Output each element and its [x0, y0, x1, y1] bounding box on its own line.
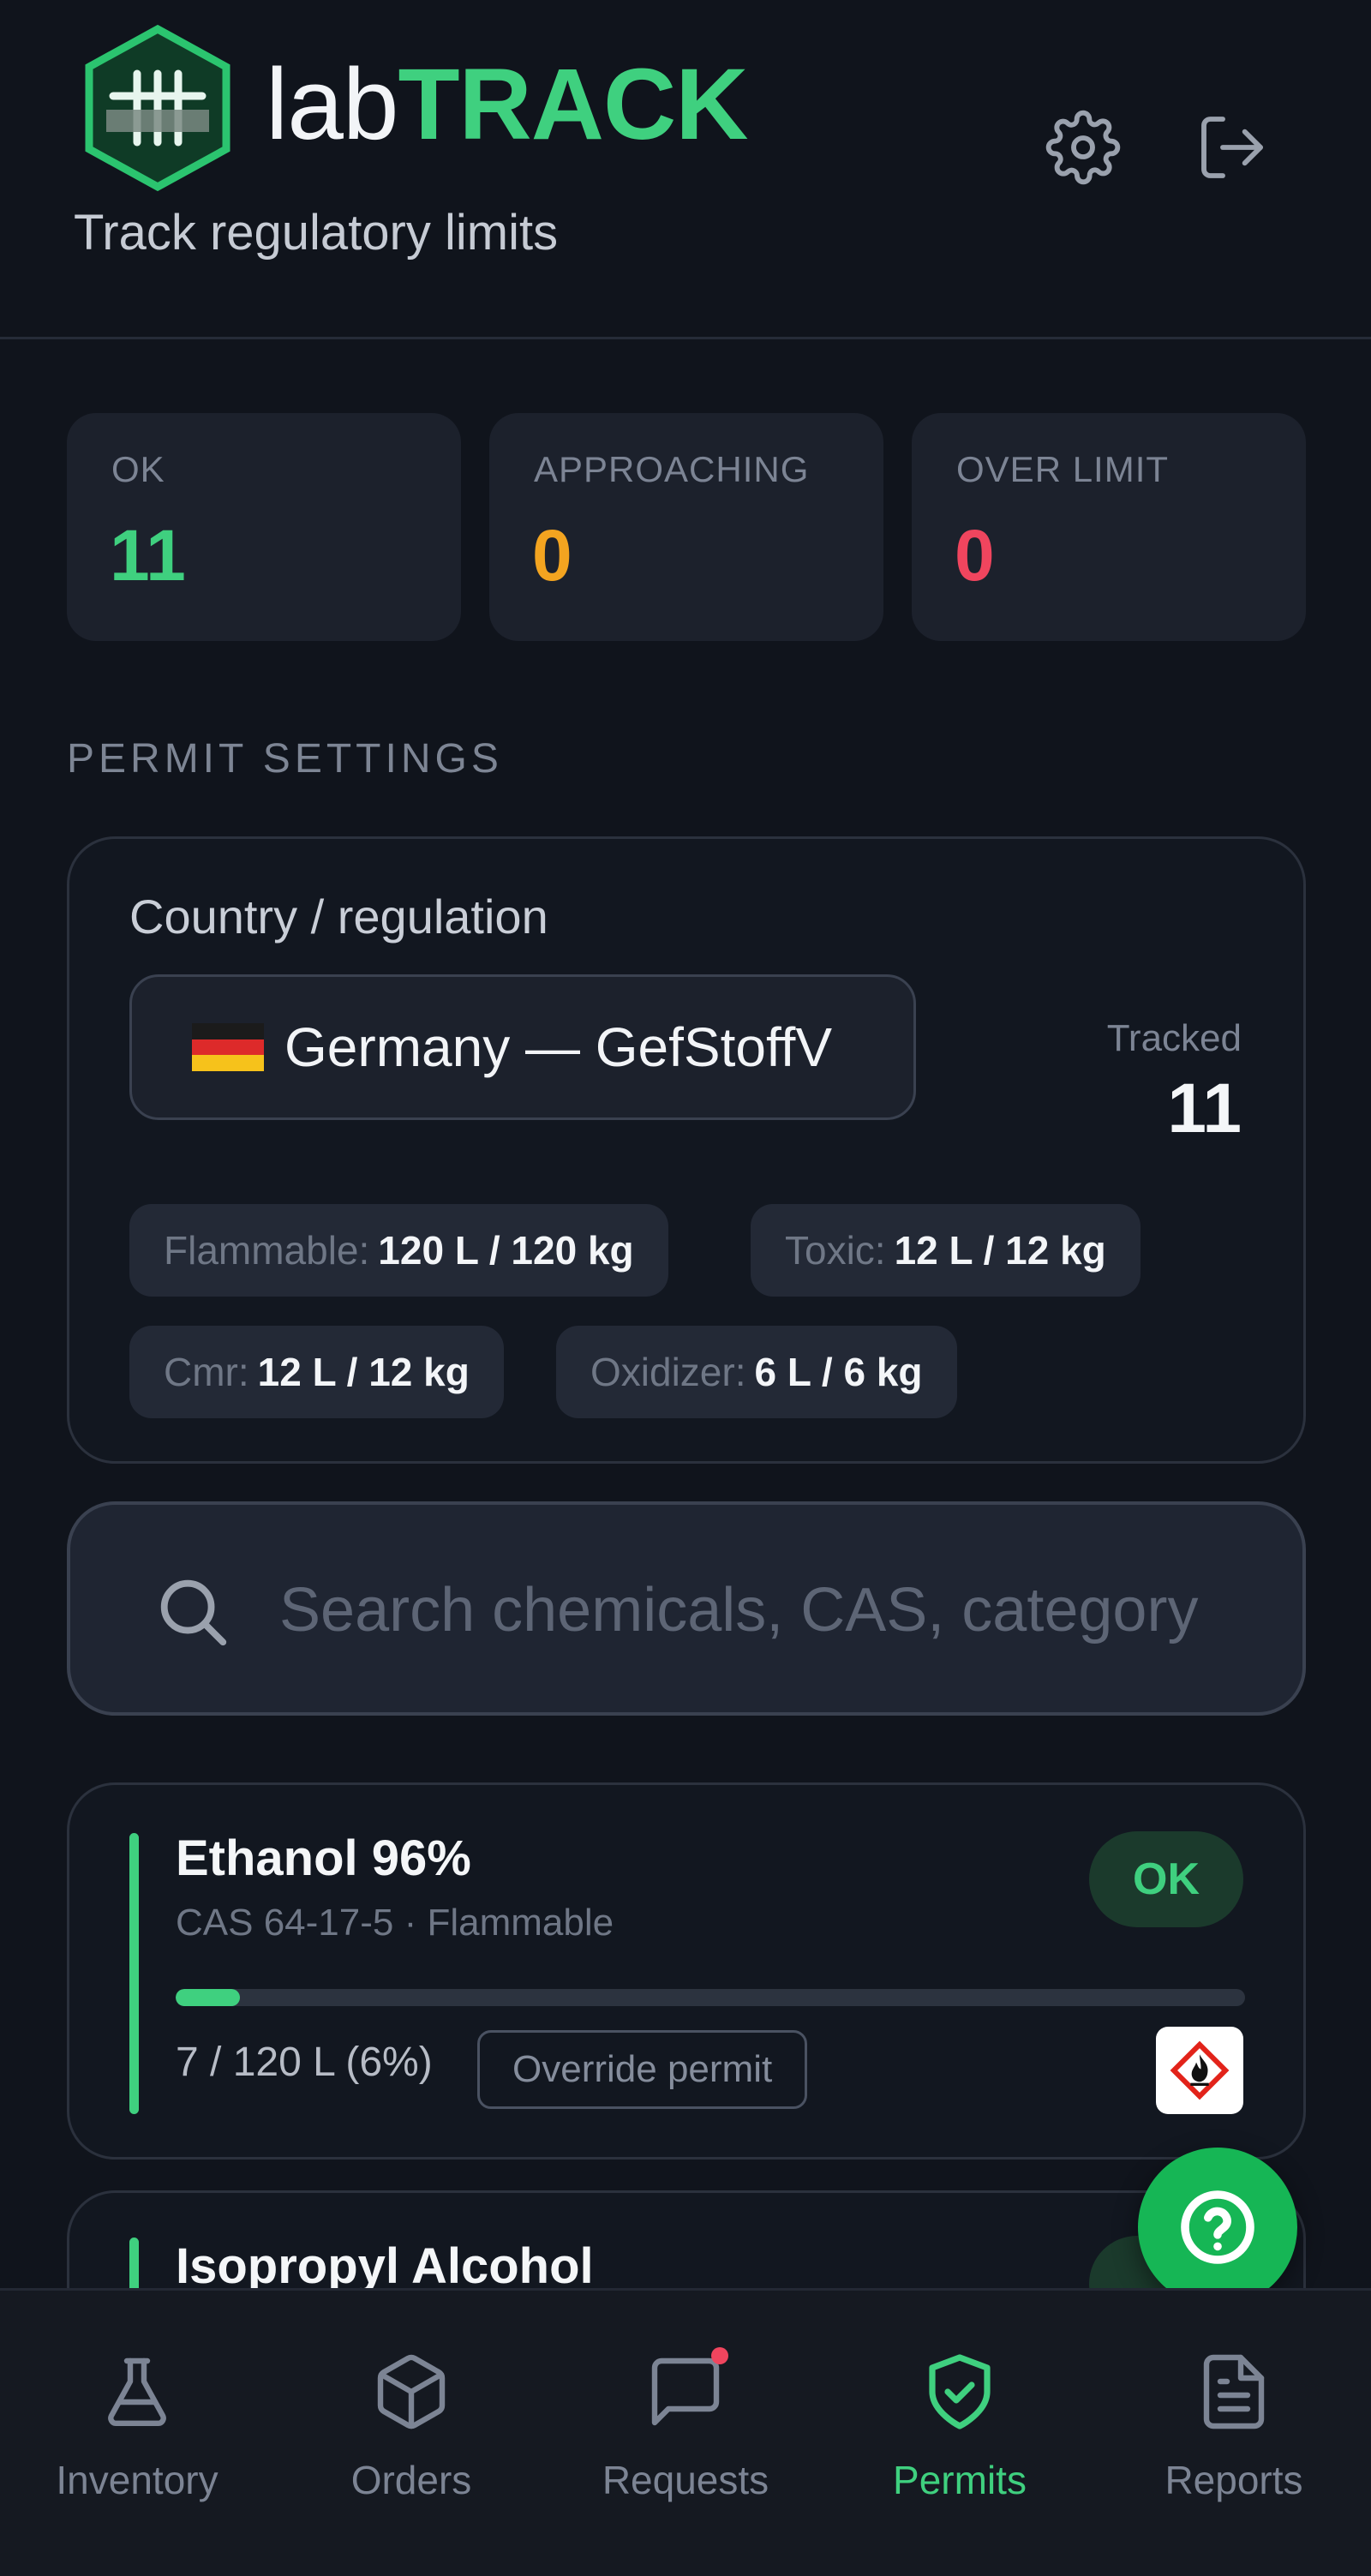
stat-card-over-limit[interactable]: OVER LIMIT 0	[912, 413, 1306, 641]
logo-hex-icon	[85, 24, 230, 192]
nav-label: Orders	[350, 2458, 472, 2502]
limit-value: 6 L / 6 kg	[754, 1350, 923, 1394]
nav-label: Requests	[602, 2458, 769, 2502]
usage-text: 7 / 120 L (6%)	[176, 2040, 433, 2085]
help-icon	[1181, 2190, 1254, 2264]
nav-item-permits[interactable]: Permits	[831, 2351, 1088, 2539]
limit-chip-toxic: Toxic: 12 L / 12 kg	[751, 1204, 1141, 1297]
stat-value: 11	[110, 515, 186, 596]
gear-icon[interactable]	[1045, 110, 1121, 185]
help-button[interactable]	[1138, 2148, 1297, 2307]
nav-item-reports[interactable]: Reports	[1105, 2351, 1362, 2539]
nav-item-requests[interactable]: Requests	[557, 2347, 814, 2539]
stat-label: OK	[111, 449, 165, 489]
country-value: Germany — GefStoffV	[284, 1016, 833, 1078]
limit-key: Toxic:	[785, 1228, 886, 1273]
search-bar	[67, 1501, 1306, 1716]
limit-chip-flammable: Flammable: 120 L / 120 kg	[129, 1204, 668, 1297]
nav-item-inventory[interactable]: Inventory	[9, 2351, 266, 2539]
limit-value: 120 L / 120 kg	[378, 1228, 634, 1273]
usage-progress-bar	[176, 1989, 1245, 2006]
stat-value: 0	[532, 515, 572, 596]
stat-value: 0	[955, 515, 995, 596]
logout-icon[interactable]	[1194, 110, 1270, 185]
status-badge: OK	[1089, 1831, 1243, 1927]
notification-dot	[711, 2347, 728, 2364]
chemical-category: · Flammable	[404, 1902, 614, 1944]
limit-key: Oxidizer:	[590, 1350, 746, 1394]
limit-value: 12 L / 12 kg	[894, 1228, 1106, 1273]
nav-label: Reports	[1164, 2458, 1303, 2502]
stat-card-ok[interactable]: OK 11	[67, 413, 461, 641]
chemical-name: Ethanol 96%	[176, 1830, 471, 1886]
shield-check-icon	[929, 2354, 991, 2429]
chemical-meta: CAS 64-17-5 · Flammable	[176, 1902, 614, 1944]
stat-card-approaching[interactable]: APPROACHING 0	[489, 413, 883, 641]
nav-label: Inventory	[56, 2458, 219, 2502]
country-select[interactable]: Germany — GefStoffV	[129, 974, 916, 1120]
brand-wordmark: labTRACK	[266, 45, 748, 165]
country-label: Country / regulation	[129, 890, 548, 944]
tracked-count: 11	[1167, 1069, 1242, 1147]
flask-icon	[108, 2357, 166, 2426]
permit-settings-card: Country / regulation Germany — GefStoffV…	[67, 836, 1306, 1464]
chemical-card[interactable]: Ethanol 96% CAS 64-17-5 · Flammable OK 7…	[67, 1782, 1306, 2160]
limit-chip-cmr: Cmr: 12 L / 12 kg	[129, 1326, 504, 1418]
nav-item-orders[interactable]: Orders	[283, 2351, 540, 2539]
tracked-label: Tracked	[1106, 1017, 1242, 1059]
usage-progress-fill	[176, 1989, 240, 2006]
brand-suffix: TRACK	[398, 48, 748, 161]
bottom-nav: Inventory Orders Requests Permits Report…	[0, 2288, 1371, 2576]
stat-label: APPROACHING	[534, 449, 810, 489]
box-icon	[377, 2354, 446, 2429]
document-icon	[1203, 2354, 1265, 2429]
override-permit-button[interactable]: Override permit	[477, 2030, 808, 2109]
chemical-name: Isopropyl Alcohol	[176, 2238, 594, 2294]
limit-key: Flammable:	[164, 1228, 370, 1273]
nav-label: Permits	[893, 2458, 1027, 2502]
chemical-cas: CAS 64-17-5	[176, 1902, 394, 1944]
stat-label: OVER LIMIT	[956, 449, 1170, 489]
search-input[interactable]	[279, 1555, 1290, 1666]
limit-key: Cmr:	[164, 1350, 249, 1394]
ghs-flame-icon	[1156, 2027, 1243, 2114]
search-icon	[160, 1579, 227, 1646]
section-title: PERMIT SETTINGS	[67, 736, 503, 782]
app-header: labTRACK Track regulatory limits	[0, 0, 1371, 339]
limit-value: 12 L / 12 kg	[257, 1350, 470, 1394]
status-accent-bar	[129, 1833, 139, 2114]
germany-flag-icon	[192, 1023, 264, 1071]
tagline: Track regulatory limits	[74, 205, 559, 261]
limit-chip-oxidizer: Oxidizer: 6 L / 6 kg	[556, 1326, 957, 1418]
brand-prefix: lab	[266, 48, 398, 161]
